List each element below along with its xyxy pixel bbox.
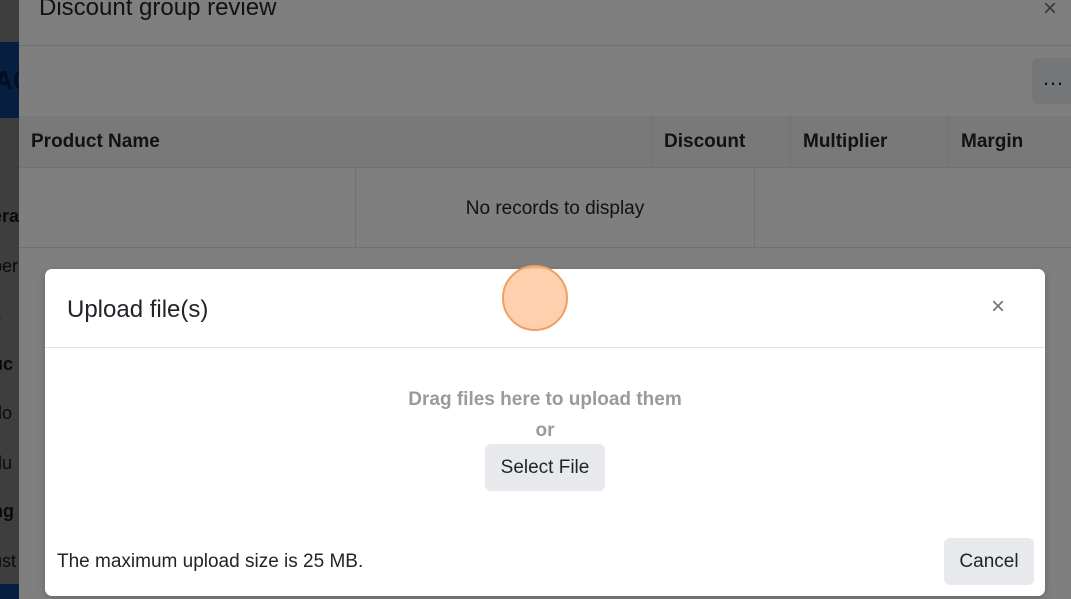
select-file-button[interactable]: Select File bbox=[485, 444, 605, 491]
max-upload-size-note: The maximum upload size is 25 MB. bbox=[57, 551, 364, 572]
file-drop-zone[interactable]: Drag files here to upload them or Select… bbox=[45, 348, 1045, 498]
upload-dialog-title: Upload file(s) bbox=[67, 296, 209, 323]
or-separator: or bbox=[535, 420, 555, 441]
cancel-button[interactable]: Cancel bbox=[944, 538, 1034, 585]
drop-instructions: Drag files here to upload them bbox=[408, 389, 682, 410]
click-indicator bbox=[502, 265, 568, 331]
close-icon[interactable]: × bbox=[991, 295, 1005, 319]
